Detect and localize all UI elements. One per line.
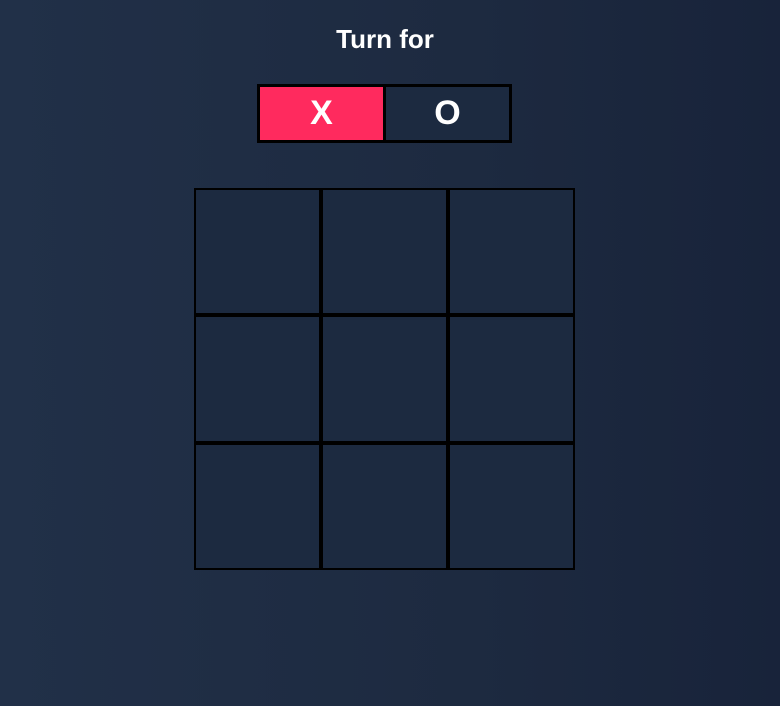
board-cell-4[interactable] — [194, 315, 321, 443]
turn-title: Turn for — [336, 24, 434, 54]
board-cell-6[interactable] — [448, 315, 575, 443]
board-cell-9[interactable] — [448, 442, 575, 570]
turn-option-o[interactable]: O — [383, 87, 509, 140]
turn-selector: X O — [257, 84, 512, 143]
turn-option-x[interactable]: X — [260, 87, 383, 140]
board-cell-5[interactable] — [321, 315, 448, 443]
board-cell-2[interactable] — [321, 188, 448, 316]
board-cell-8[interactable] — [321, 442, 448, 570]
game-board — [194, 188, 575, 570]
board-cell-1[interactable] — [194, 188, 321, 316]
board-cell-7[interactable] — [194, 442, 321, 570]
board-cell-3[interactable] — [448, 188, 575, 316]
